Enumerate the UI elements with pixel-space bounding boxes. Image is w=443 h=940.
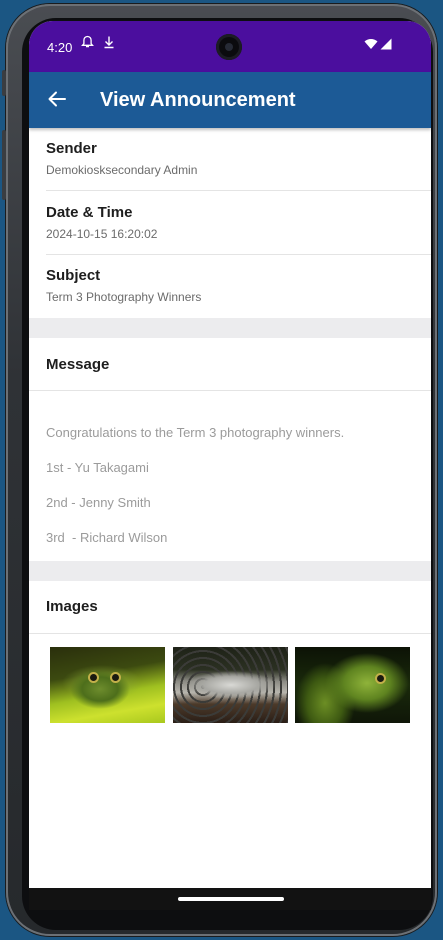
frog-photo[interactable] (50, 647, 165, 723)
wifi-icon (364, 37, 378, 53)
bell-icon (81, 35, 94, 52)
sender-value: Demokiosksecondary Admin (46, 163, 198, 177)
divider (29, 633, 431, 634)
sender-field: Sender Demokiosksecondary Admin (46, 140, 431, 177)
divider (29, 390, 431, 391)
iguana-eye (377, 675, 384, 682)
datetime-field: Date & Time 2024-10-15 16:20:02 (46, 204, 431, 241)
subject-field: Subject Term 3 Photography Winners (46, 267, 431, 304)
divider (46, 254, 431, 255)
images-heading: Images (46, 598, 98, 615)
snow-leopard-photo[interactable] (173, 647, 288, 723)
section-gap (29, 318, 431, 338)
signal-icon (380, 37, 392, 53)
download-icon (103, 35, 115, 52)
frog-eye (112, 674, 119, 681)
side-button (2, 130, 6, 200)
home-gesture-handle[interactable] (178, 897, 284, 901)
message-line: 1st - Yu Takagami (46, 460, 149, 475)
iguana-photo[interactable] (295, 647, 410, 723)
device-stage: 4:20 View Announcement Sender Demokiosks… (0, 0, 443, 940)
front-camera (216, 34, 242, 60)
announcement-content: Sender Demokiosksecondary Admin Date & T… (29, 128, 431, 888)
side-button (2, 70, 6, 96)
datetime-label: Date & Time (46, 204, 133, 221)
app-bar: View Announcement (29, 72, 431, 128)
message-line: Congratulations to the Term 3 photograph… (46, 425, 345, 440)
phone-screen: 4:20 View Announcement Sender Demokiosks… (29, 21, 431, 910)
subject-value: Term 3 Photography Winners (46, 290, 202, 304)
section-gap (29, 561, 431, 581)
message-heading: Message (46, 356, 110, 373)
status-time: 4:20 (47, 40, 73, 55)
frog-eye (90, 674, 97, 681)
message-line: 3rd - Richard Wilson (46, 530, 168, 545)
subject-label: Subject (46, 267, 101, 284)
sender-label: Sender (46, 140, 97, 157)
status-bar: 4:20 (29, 21, 431, 72)
datetime-value: 2024-10-15 16:20:02 (46, 227, 158, 241)
page-title: View Announcement (100, 89, 296, 111)
system-nav-bar (29, 888, 431, 910)
message-line: 2nd - Jenny Smith (46, 495, 151, 510)
arrow-back-icon[interactable] (45, 87, 69, 111)
divider (46, 190, 431, 191)
